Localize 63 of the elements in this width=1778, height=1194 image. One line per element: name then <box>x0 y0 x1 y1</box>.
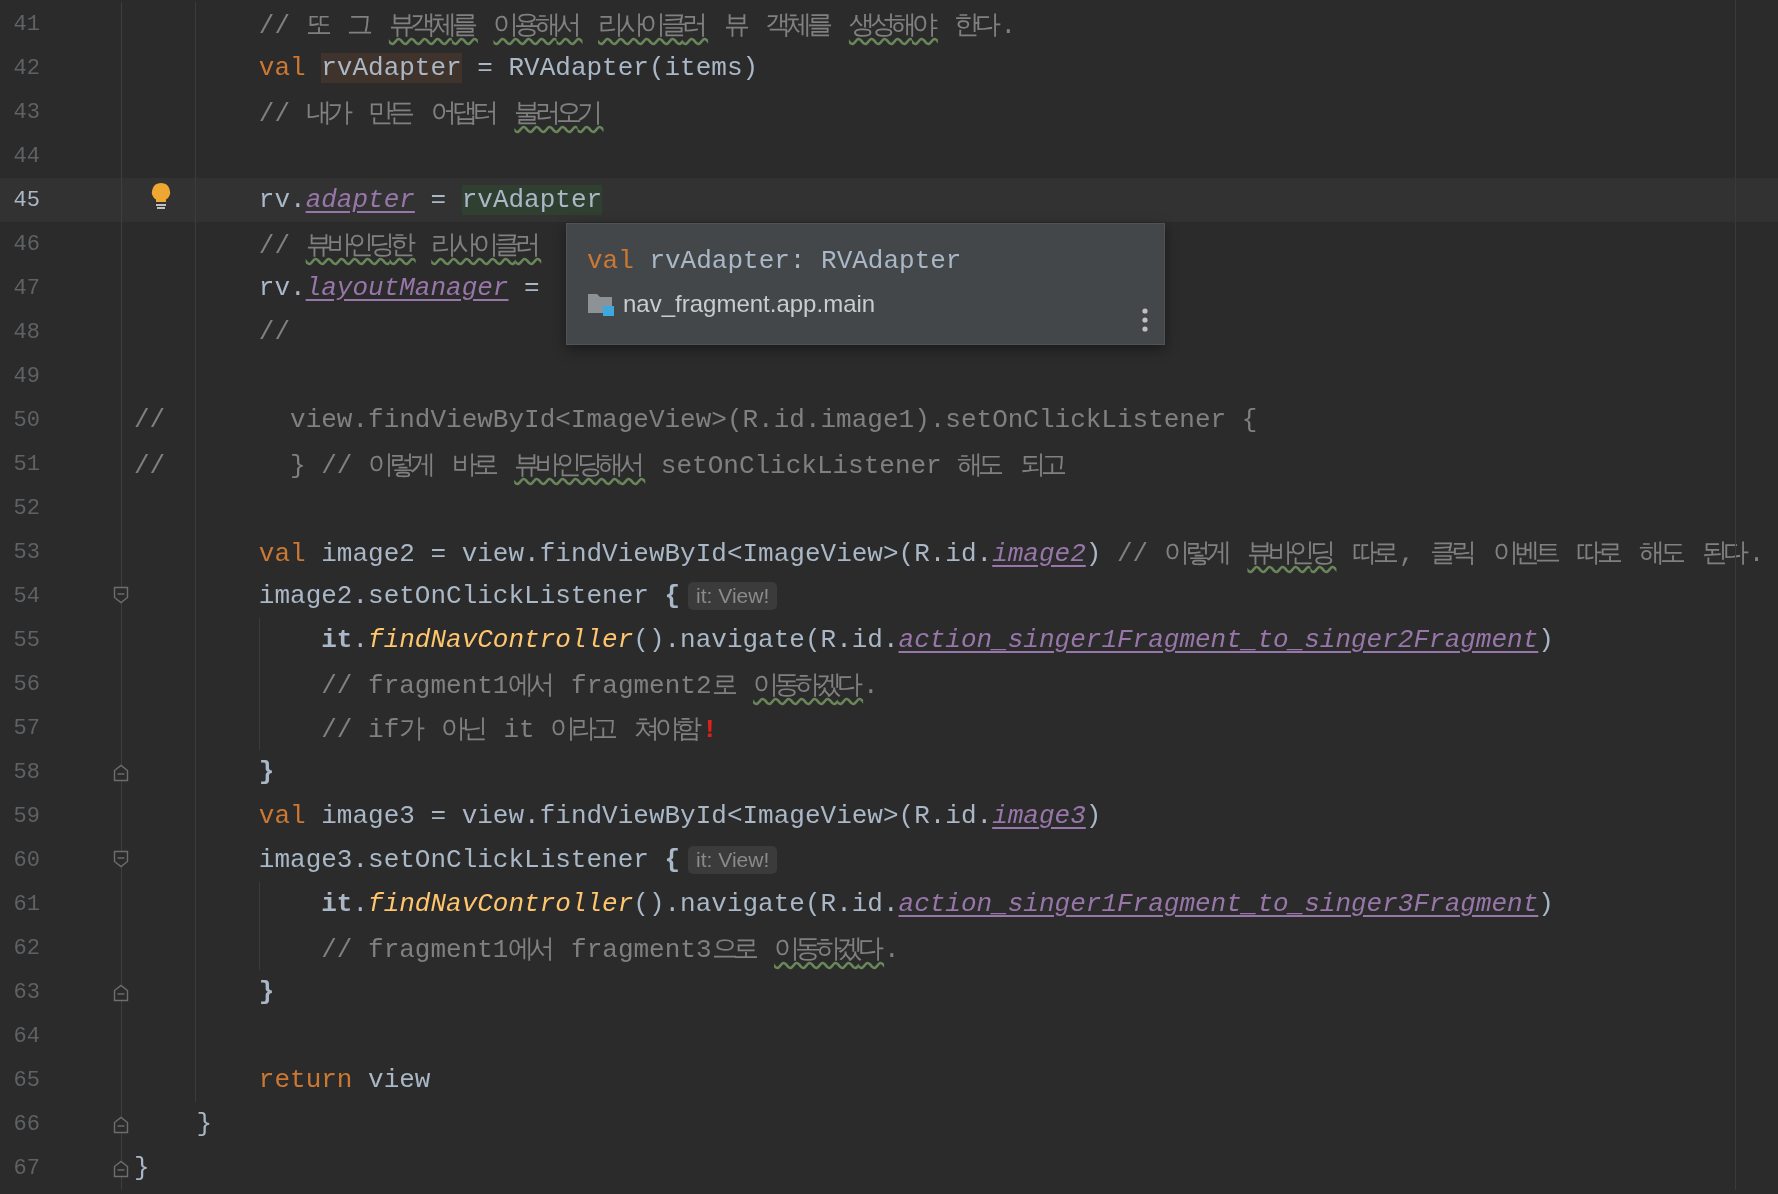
inlay-hint: it: View! <box>688 846 778 874</box>
code-line: } <box>195 1109 212 1139</box>
code-line: } <box>257 977 275 1007</box>
code-line: // 내가 만든 어댑터 불러오기 <box>257 97 604 130</box>
line-number: 65 <box>12 1067 40 1093</box>
code-line: // fragment1에서 fragment3으로 이동하겠다. <box>320 933 900 966</box>
line-number: 41 <box>12 11 40 37</box>
lightbulb-icon[interactable] <box>150 182 172 210</box>
module-name: nav_fragment.app.main <box>623 290 876 318</box>
line-number: 45 <box>12 187 40 213</box>
line-number: 47 <box>12 275 40 301</box>
code-line: // } // 이렇게 바로 뷰바인딩해서 setOnClickListener 해도 되고 <box>134 449 1067 482</box>
code-line: val image2 = view.findViewById<ImageView>(R.id.image2) // 이렇게 뷰바인딩 따로, 클릭 이벤트 따로 해도 된다. <box>257 537 1765 570</box>
folder-icon <box>587 291 615 317</box>
line-number: 49 <box>12 363 40 389</box>
line-number: 59 <box>12 803 40 829</box>
code-line: val rvAdapter = RVAdapter(items) <box>257 53 759 83</box>
code-line: it.findNavController().navigate(R.id.action_singer1Fragment_to_singer3Fragment) <box>320 889 1554 919</box>
line-number: 62 <box>12 935 40 961</box>
code-line: image3.setOnClickListener { <box>257 845 681 875</box>
code-line: // <box>257 317 291 347</box>
line-number: 57 <box>12 715 40 741</box>
inlay-hint: it: View! <box>688 582 778 610</box>
line-number: 46 <box>12 231 40 257</box>
line-number: 67 <box>12 1155 40 1181</box>
code-line: rv.adapter = rvAdapter <box>257 185 603 215</box>
code-line: it.findNavController().navigate(R.id.action_singer1Fragment_to_singer2Fragment) <box>320 625 1554 655</box>
line-number: 66 <box>12 1111 40 1137</box>
line-number: 51 <box>12 451 40 477</box>
code-line: rv.layoutManager = <box>257 273 540 303</box>
line-number: 58 <box>12 759 40 785</box>
fold-icon[interactable] <box>113 984 129 1002</box>
code-line: // 또 그 뷰객체를 이용해서 리사이클러 뷰 객체를 생성해야 한다. <box>257 9 1017 42</box>
line-number: 42 <box>12 55 40 81</box>
line-number: 44 <box>12 143 40 169</box>
fold-icon[interactable] <box>113 764 129 782</box>
line-number: 54 <box>12 583 40 609</box>
line-number: 50 <box>12 407 40 433</box>
line-number: 53 <box>12 539 40 565</box>
code-line: } <box>134 1153 150 1183</box>
line-number: 56 <box>12 671 40 697</box>
code-line: image2.setOnClickListener { <box>257 581 681 611</box>
code-line: // 뷰바인딩한 리사이클러 <box>257 229 542 262</box>
line-number: 55 <box>12 627 40 653</box>
code-line: val image3 = view.findViewById<ImageView>(R.id.image3) <box>257 801 1102 831</box>
fold-icon[interactable] <box>113 1160 129 1178</box>
code-line: // view.findViewById<ImageView>(R.id.image1).setOnClickListener { <box>134 405 1258 435</box>
code-line: // if가 아닌 it 이라고 쳐야함! <box>320 713 718 746</box>
line-number: 43 <box>12 99 40 125</box>
line-number: 48 <box>12 319 40 345</box>
code-line: // fragment1에서 fragment2로 이동하겠다. <box>320 669 879 702</box>
line-number: 63 <box>12 979 40 1005</box>
code-line: return view <box>257 1065 431 1095</box>
code-line: } <box>257 757 275 787</box>
fold-icon[interactable] <box>113 586 129 604</box>
line-number: 60 <box>12 847 40 873</box>
declaration-text: val rvAdapter: RVAdapter <box>587 246 963 276</box>
more-options-icon[interactable] <box>1142 308 1148 332</box>
fold-icon[interactable] <box>113 1116 129 1134</box>
line-number: 64 <box>12 1023 40 1049</box>
line-number: 52 <box>12 495 40 521</box>
line-number: 61 <box>12 891 40 917</box>
fold-icon[interactable] <box>113 850 129 868</box>
